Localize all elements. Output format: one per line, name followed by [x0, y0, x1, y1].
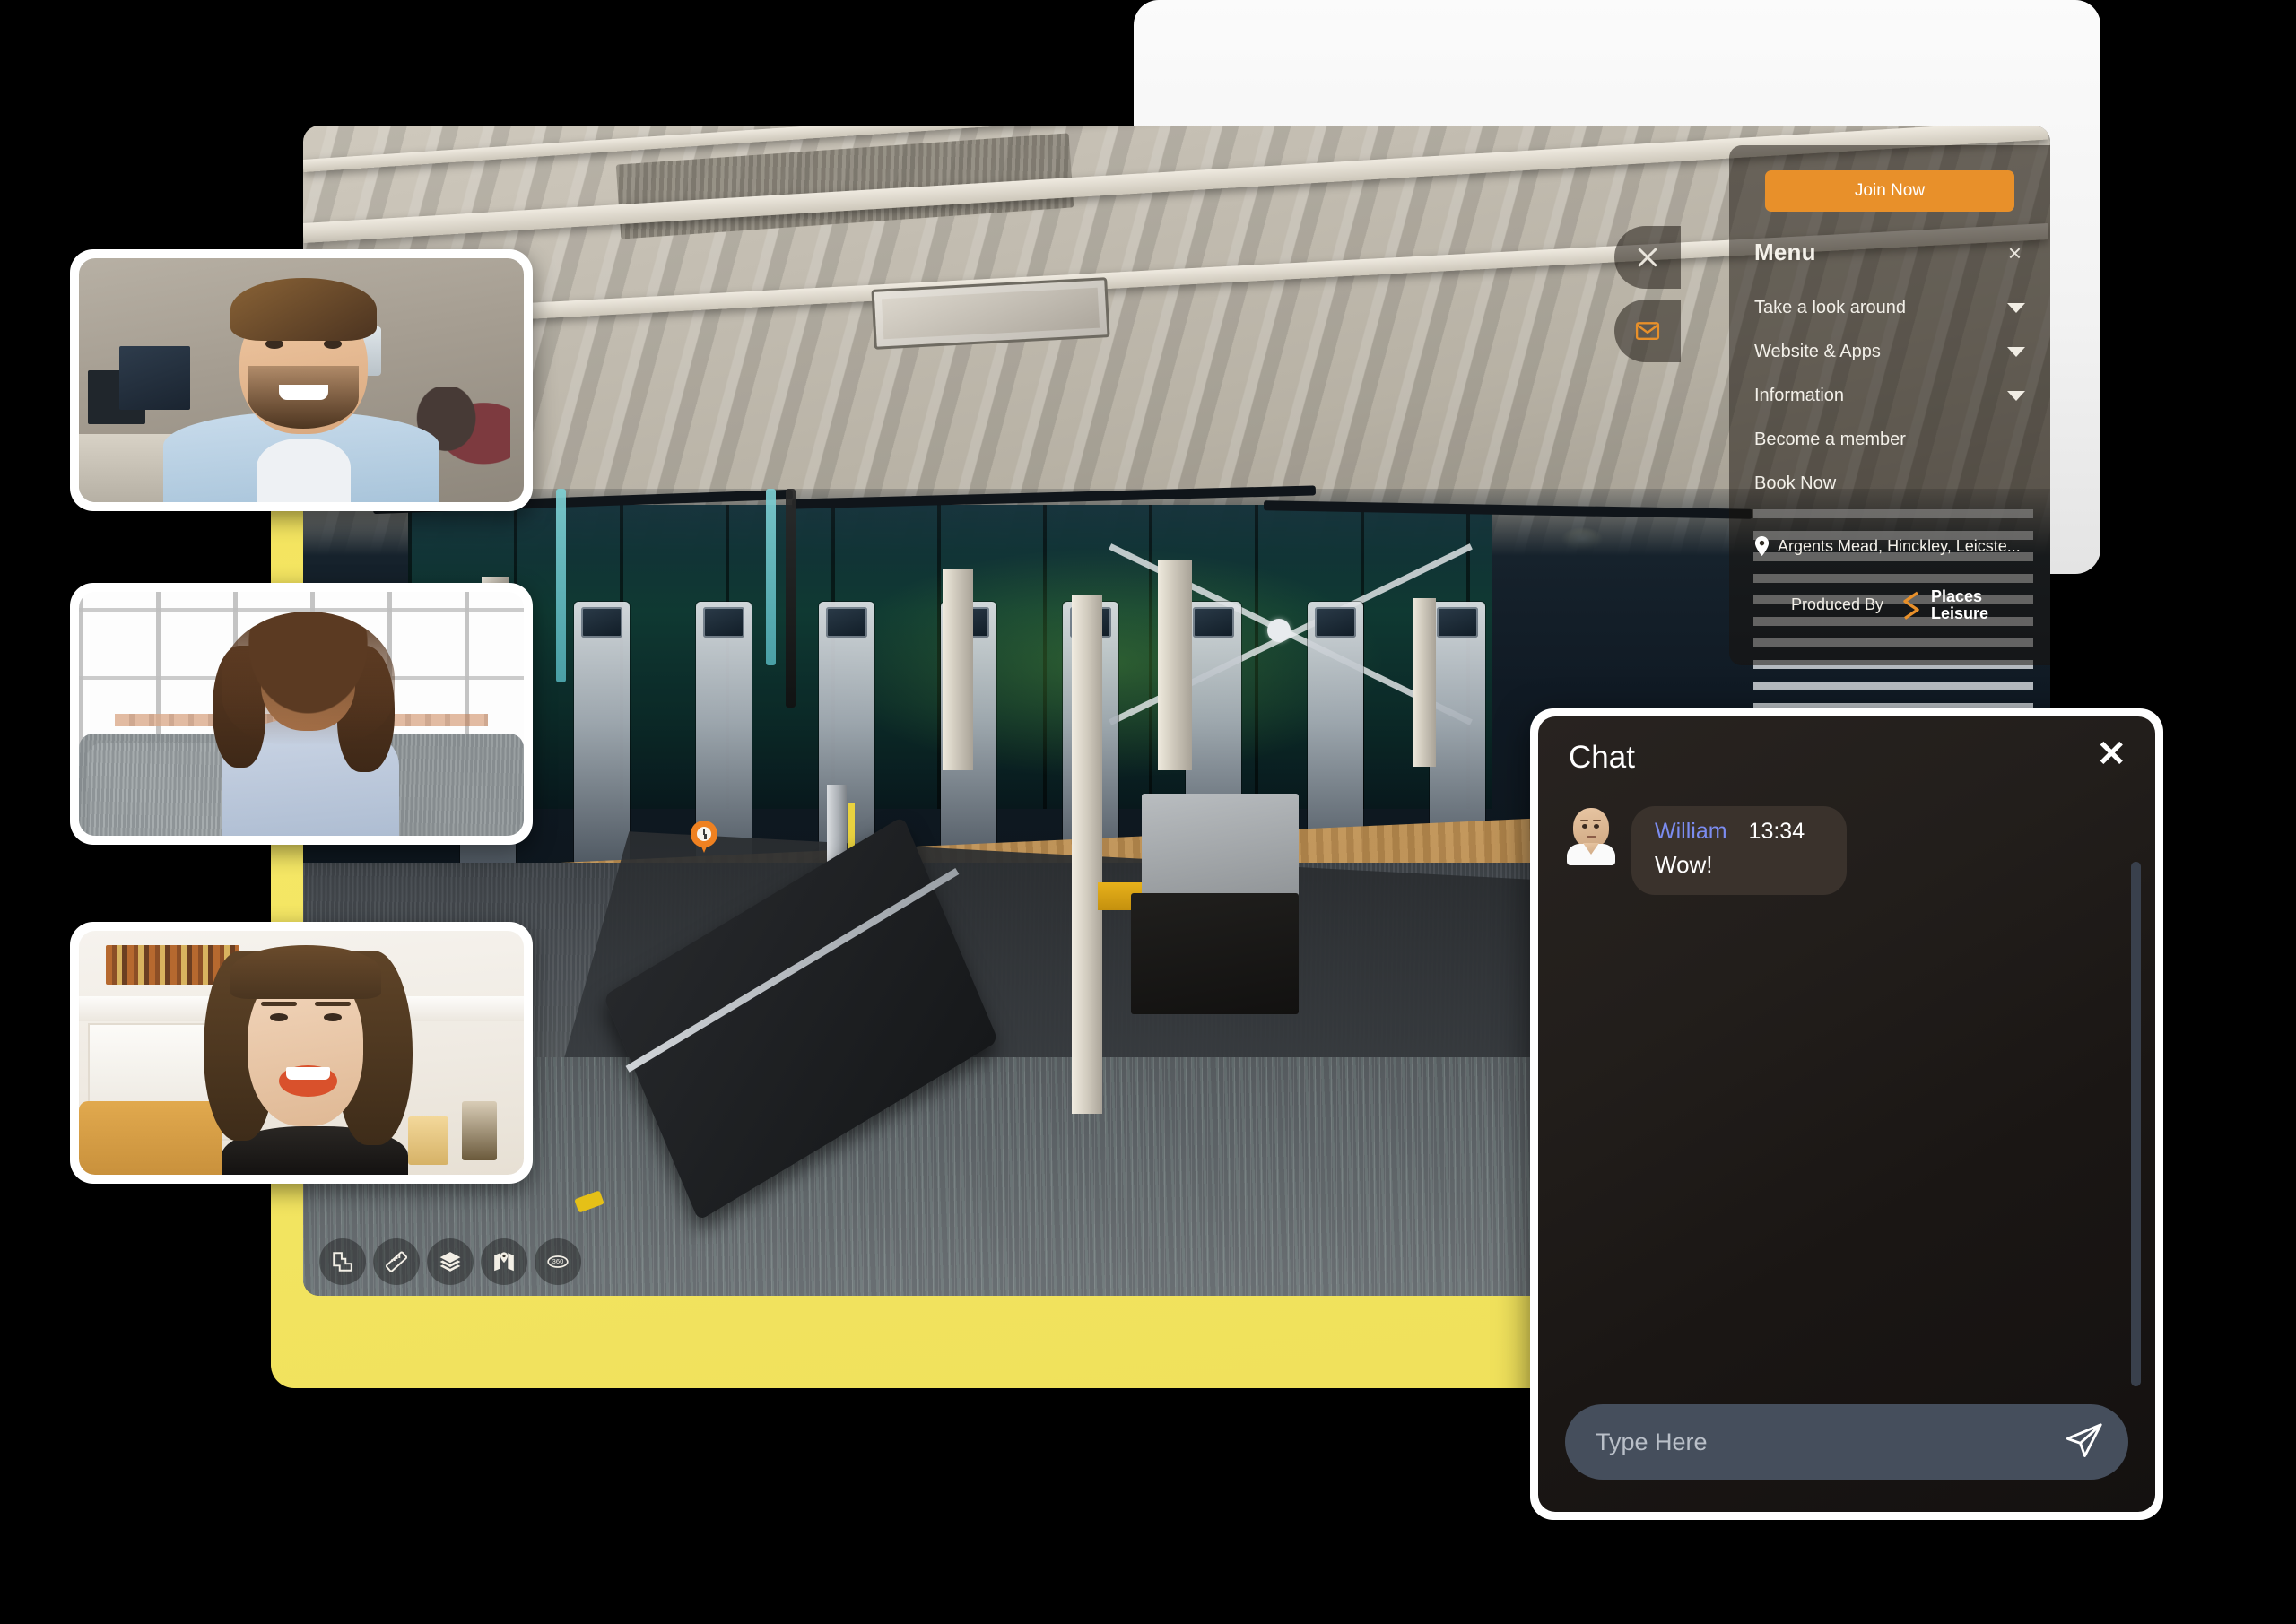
plyo-box	[1142, 793, 1300, 907]
menu-item-label: Book Now	[1754, 473, 1837, 493]
close-icon[interactable]: ×	[2005, 241, 2025, 265]
menu-item-label: Become a member	[1754, 430, 1906, 449]
chat-composer	[1538, 1404, 2155, 1512]
layers-icon[interactable]	[427, 1238, 474, 1285]
join-now-button[interactable]: Join Now	[1765, 170, 2014, 212]
360-icon[interactable]: 360	[535, 1238, 581, 1285]
menu-item-become-a-member[interactable]: Become a member	[1754, 418, 2025, 462]
chevron-down-icon	[2007, 347, 2025, 357]
produced-by-footer: Produced By Places Leisure	[1754, 588, 2025, 622]
participant-thumbnail-1[interactable]	[70, 249, 533, 511]
menu-item-book-now[interactable]: Book Now	[1754, 462, 2025, 506]
floorplan-icon[interactable]	[319, 1238, 366, 1285]
chat-input[interactable]	[1565, 1428, 2128, 1456]
chat-header: Chat ✕	[1538, 716, 2155, 776]
menu-item-label: Information	[1754, 386, 1845, 405]
participant-video-2	[79, 592, 524, 836]
envelope-icon	[1635, 322, 1660, 340]
chat-window: Chat ✕ William 13:34 Wow! Type Here	[1530, 708, 2163, 1520]
chevron-down-icon	[2007, 303, 2025, 313]
places-leisure-logo: Places Leisure	[1898, 588, 1988, 622]
send-paper-plane-icon	[2066, 1423, 2102, 1457]
chevron-down-icon	[2007, 391, 2025, 401]
mail-panel-tab[interactable]	[1614, 300, 1681, 362]
viewer-toolbar: 360	[319, 1238, 581, 1285]
participant-thumbnail-2[interactable]	[70, 583, 533, 845]
produced-by-label: Produced By	[1790, 595, 1884, 614]
menu-item-take-a-look-around[interactable]: Take a look around	[1754, 286, 2025, 330]
ac-unit	[871, 277, 1110, 350]
message-text: Wow!	[1655, 851, 1713, 878]
participant-video-1	[79, 258, 524, 502]
trx-strap	[785, 488, 796, 708]
participant-video-3	[79, 931, 524, 1175]
chat-scrollbar[interactable]	[2131, 862, 2141, 1386]
close-panel-tab[interactable]	[1614, 226, 1681, 289]
places-logo-mark-icon	[1898, 590, 1923, 621]
close-icon[interactable]: ✕	[2096, 736, 2126, 772]
menu-item-website-and-apps[interactable]: Website & Apps	[1754, 330, 2025, 374]
side-tab-group	[1614, 226, 1681, 362]
places-leisure-wordmark: Places Leisure	[1931, 588, 1988, 622]
brand-line-2: Leisure	[1931, 604, 1989, 622]
venue-address: Argents Mead, Hinckley, Leicste...	[1754, 536, 2025, 556]
map-icon[interactable]	[481, 1238, 527, 1285]
menu-header: Menu ×	[1754, 239, 2025, 266]
trx-strap	[556, 488, 567, 682]
chat-message-list: William 13:34 Wow!	[1538, 776, 2155, 1404]
menu-item-label: Website & Apps	[1754, 342, 1881, 361]
send-button[interactable]	[2060, 1419, 2107, 1465]
address-text: Argents Mead, Hinckley, Leicste...	[1778, 536, 2021, 555]
plyo-box	[1131, 892, 1300, 1015]
menu-panel: Join Now Menu × Take a look around Websi…	[1729, 145, 2050, 665]
avatar	[1565, 806, 1617, 865]
menu-title: Menu	[1754, 239, 1816, 265]
brand-line-1: Places	[1931, 587, 1983, 605]
trx-strap	[766, 488, 777, 665]
menu-item-information[interactable]: Information	[1754, 374, 2025, 418]
menu-item-label: Take a look around	[1754, 298, 1907, 317]
svg-text:360: 360	[552, 1257, 564, 1265]
location-pin-icon	[1754, 536, 1770, 556]
message-time: 13:34	[1748, 819, 1805, 844]
screenshot-root: 360 Join Now Menu × Take a look around W…	[0, 0, 2296, 1624]
chat-message: William 13:34 Wow!	[1565, 806, 2128, 895]
chat-bubble: William 13:34 Wow!	[1631, 806, 1847, 895]
chat-title: Chat	[1569, 740, 1635, 775]
close-icon	[1638, 248, 1657, 267]
ruler-icon[interactable]	[373, 1238, 420, 1285]
clock-pin-icon[interactable]	[691, 821, 718, 855]
participant-thumbnail-3[interactable]	[70, 922, 533, 1184]
message-sender: William	[1655, 819, 1727, 844]
